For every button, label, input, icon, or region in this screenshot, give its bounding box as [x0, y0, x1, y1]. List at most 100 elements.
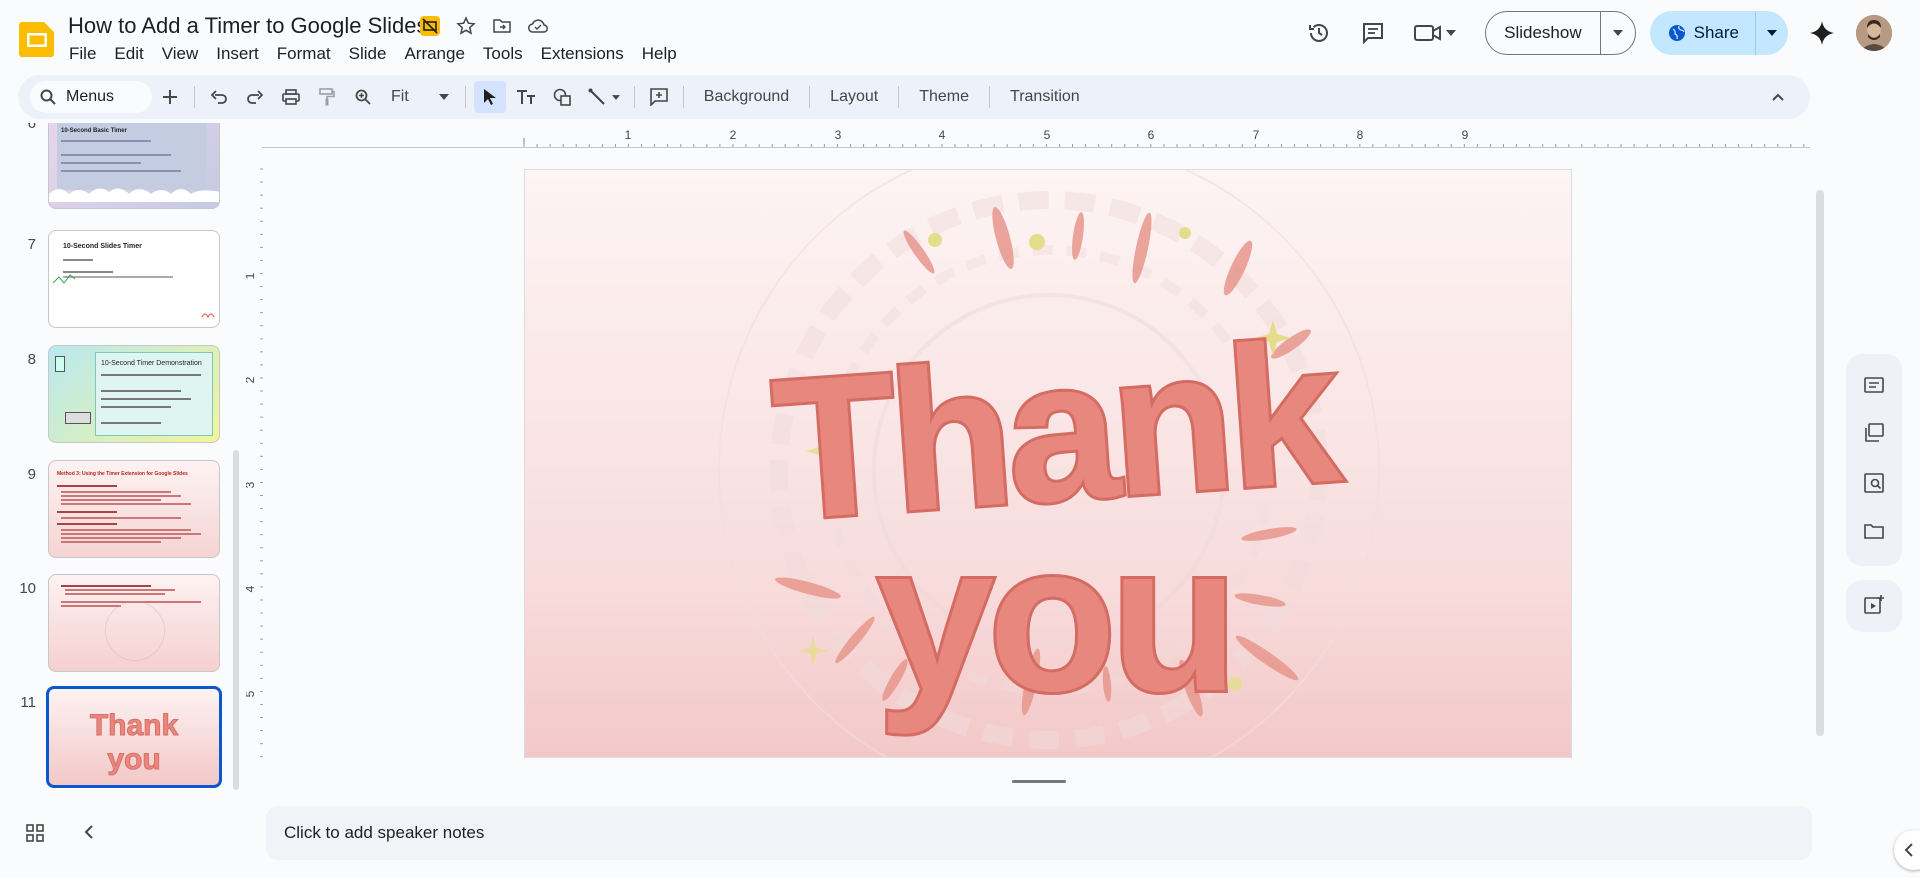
- account-avatar[interactable]: [1856, 15, 1892, 51]
- toolbar: Menus Fit Background Layout Theme Transi…: [18, 75, 1810, 119]
- globe-icon: [1668, 25, 1685, 41]
- chevron-left-icon: [1904, 843, 1913, 857]
- menu-view[interactable]: View: [153, 42, 208, 66]
- grid-view-icon[interactable]: [26, 824, 44, 847]
- theme-button[interactable]: Theme: [905, 88, 983, 106]
- svg-text:Thank: Thank: [90, 709, 179, 742]
- slide-thumbnail-11[interactable]: Thank you: [46, 686, 222, 788]
- new-slide-button[interactable]: [154, 81, 186, 113]
- background-button[interactable]: Background: [690, 88, 803, 106]
- chevron-down-icon: [611, 94, 620, 100]
- ruler-label: 5: [1044, 130, 1051, 142]
- ruler-label: 2: [246, 376, 257, 383]
- undo-button[interactable]: [203, 81, 235, 113]
- slideshow-button[interactable]: Slideshow: [1485, 11, 1636, 55]
- slide-filmstrip: 6 10-Second Basic Timer 7 10-Second Slid…: [0, 123, 240, 795]
- text-box-button[interactable]: [510, 81, 542, 113]
- slide-number: 6: [27, 123, 36, 132]
- collapse-side-panel-button[interactable]: [1894, 830, 1920, 870]
- print-button[interactable]: [275, 81, 307, 113]
- menu-bar: File Edit View Insert Format Slide Arran…: [60, 42, 686, 66]
- ruler-label: 3: [835, 130, 842, 142]
- notes-resize-handle[interactable]: [1012, 780, 1066, 783]
- ruler-label: 8: [1357, 130, 1364, 142]
- comments-icon[interactable]: [1353, 13, 1393, 53]
- redo-button[interactable]: [239, 81, 271, 113]
- line-button[interactable]: [582, 81, 626, 113]
- add-video-icon[interactable]: [1864, 594, 1884, 619]
- ruler-label: 7: [1253, 130, 1260, 142]
- slide-number: 11: [20, 694, 36, 711]
- share-button[interactable]: Share: [1649, 11, 1788, 55]
- slide-notes-panel-icon[interactable]: [1864, 376, 1884, 398]
- chevron-down-icon: [438, 94, 449, 100]
- menu-file[interactable]: File: [60, 42, 105, 66]
- select-tool-button[interactable]: [473, 81, 506, 113]
- transition-button[interactable]: Transition: [996, 88, 1094, 106]
- editor-scrollbar[interactable]: [1816, 190, 1824, 736]
- star-icon[interactable]: [454, 14, 478, 38]
- image-search-icon[interactable]: [1864, 472, 1884, 498]
- menu-edit[interactable]: Edit: [105, 42, 152, 66]
- ruler-label: 2: [730, 130, 737, 142]
- menu-format[interactable]: Format: [268, 42, 340, 66]
- slide-canvas[interactable]: Thank you: [524, 169, 1572, 758]
- shape-button[interactable]: [546, 81, 578, 113]
- share-dropdown-icon[interactable]: [1756, 11, 1788, 55]
- plus-icon: [163, 90, 177, 104]
- move-folder-icon[interactable]: [490, 14, 514, 38]
- menu-arrange[interactable]: Arrange: [395, 42, 473, 66]
- collapse-filmstrip-icon[interactable]: [84, 824, 94, 847]
- slides-badge-icon[interactable]: [418, 14, 442, 38]
- ruler-label: 1: [625, 130, 632, 142]
- version-history-icon[interactable]: [1299, 13, 1339, 53]
- chevron-up-icon: [1772, 93, 1784, 101]
- collapse-toolbar-button[interactable]: [1762, 81, 1794, 113]
- svg-text:you: you: [107, 743, 160, 776]
- meet-camera-icon[interactable]: [1407, 13, 1463, 53]
- share-label: Share: [1693, 23, 1739, 42]
- filmstrip-scrollbar[interactable]: [233, 450, 239, 790]
- slide-text-you[interactable]: you: [874, 497, 1241, 738]
- menu-tools[interactable]: Tools: [474, 42, 532, 66]
- ruler-label: 9: [1462, 130, 1469, 142]
- menu-insert[interactable]: Insert: [207, 42, 268, 66]
- slides-library-icon[interactable]: [1864, 422, 1884, 448]
- slides-logo-icon[interactable]: [18, 18, 56, 58]
- ruler-label: 4: [246, 585, 257, 592]
- cloud-saved-icon[interactable]: [526, 14, 550, 38]
- menu-extensions[interactable]: Extensions: [532, 42, 633, 66]
- slideshow-dropdown-icon[interactable]: [1601, 12, 1635, 54]
- chevron-down-icon: [1446, 30, 1457, 36]
- top-bar: How to Add a Timer to Google Slides File…: [0, 0, 1920, 70]
- horizontal-ruler: 1 2 3 4 5 6 7 8 9: [262, 130, 1810, 148]
- zoom-button[interactable]: [347, 81, 379, 113]
- document-title[interactable]: How to Add a Timer to Google Slides: [68, 13, 428, 39]
- slide-thumbnail-9[interactable]: Method 3: Using the Timer Extension for …: [48, 460, 220, 558]
- speaker-notes[interactable]: Click to add speaker notes: [266, 806, 1812, 860]
- slide-number: 9: [27, 466, 36, 483]
- cursor-icon: [483, 89, 496, 105]
- zoom-select[interactable]: Fit: [381, 88, 459, 106]
- ruler-label: 3: [246, 481, 257, 488]
- search-menus-input[interactable]: Menus: [30, 81, 152, 113]
- gemini-sparkle-icon[interactable]: [1802, 13, 1842, 53]
- side-panel-secondary: [1846, 580, 1902, 632]
- slideshow-label[interactable]: Slideshow: [1486, 12, 1601, 54]
- slide-thumbnail-8[interactable]: 10-Second Timer Demonstration: [48, 345, 220, 443]
- paint-format-button[interactable]: [311, 81, 343, 113]
- slide-number: 7: [27, 236, 36, 253]
- slide-thumbnail-10[interactable]: [48, 574, 220, 672]
- drive-folder-icon[interactable]: [1864, 523, 1884, 544]
- shapes-icon: [553, 88, 571, 106]
- slide-thumbnail-6[interactable]: 10-Second Basic Timer: [48, 123, 220, 209]
- slide-number: 10: [19, 580, 36, 597]
- menu-help[interactable]: Help: [633, 42, 686, 66]
- add-comment-button[interactable]: [643, 81, 675, 113]
- slide-thumbnail-7[interactable]: 10-Second Slides Timer: [48, 230, 220, 328]
- ruler-label: 4: [939, 130, 946, 142]
- layout-button[interactable]: Layout: [816, 88, 892, 106]
- add-comment-icon: [649, 88, 668, 106]
- search-icon: [40, 89, 56, 105]
- menu-slide[interactable]: Slide: [340, 42, 396, 66]
